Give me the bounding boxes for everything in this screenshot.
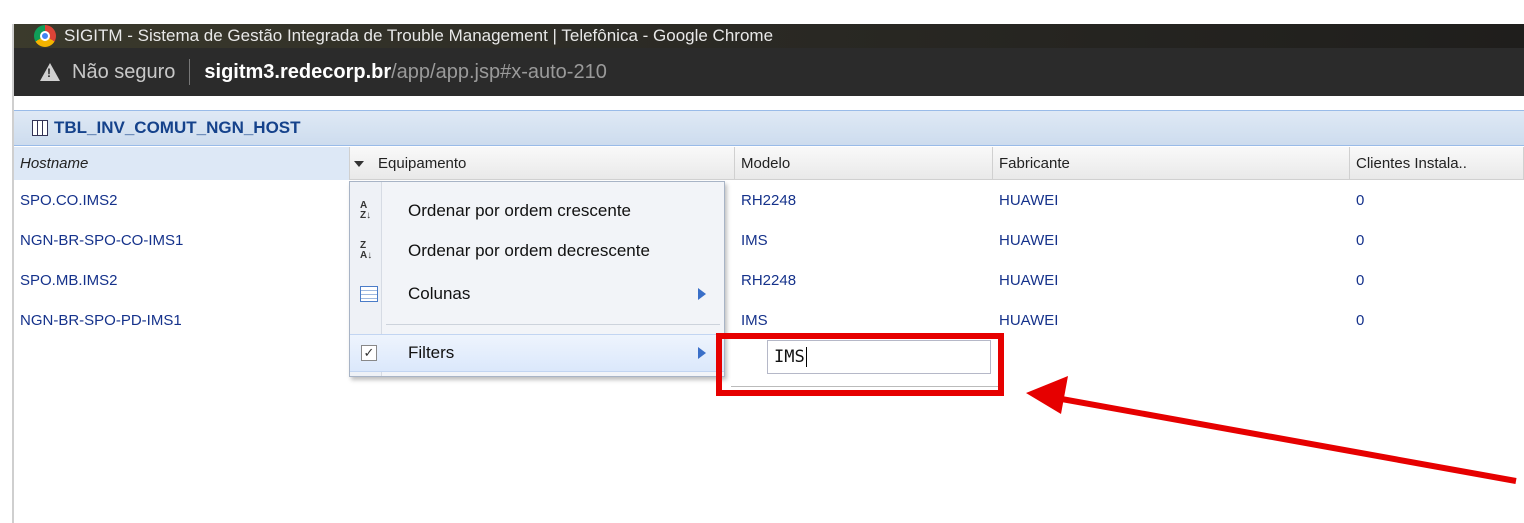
- annotation-arrow-head: [1026, 376, 1068, 414]
- screenshot: SIGITM - Sistema de Gestão Integrada de …: [0, 0, 1524, 523]
- annotation-arrow: [1026, 376, 1517, 484]
- annotation-arrow-shaft: [1044, 393, 1517, 484]
